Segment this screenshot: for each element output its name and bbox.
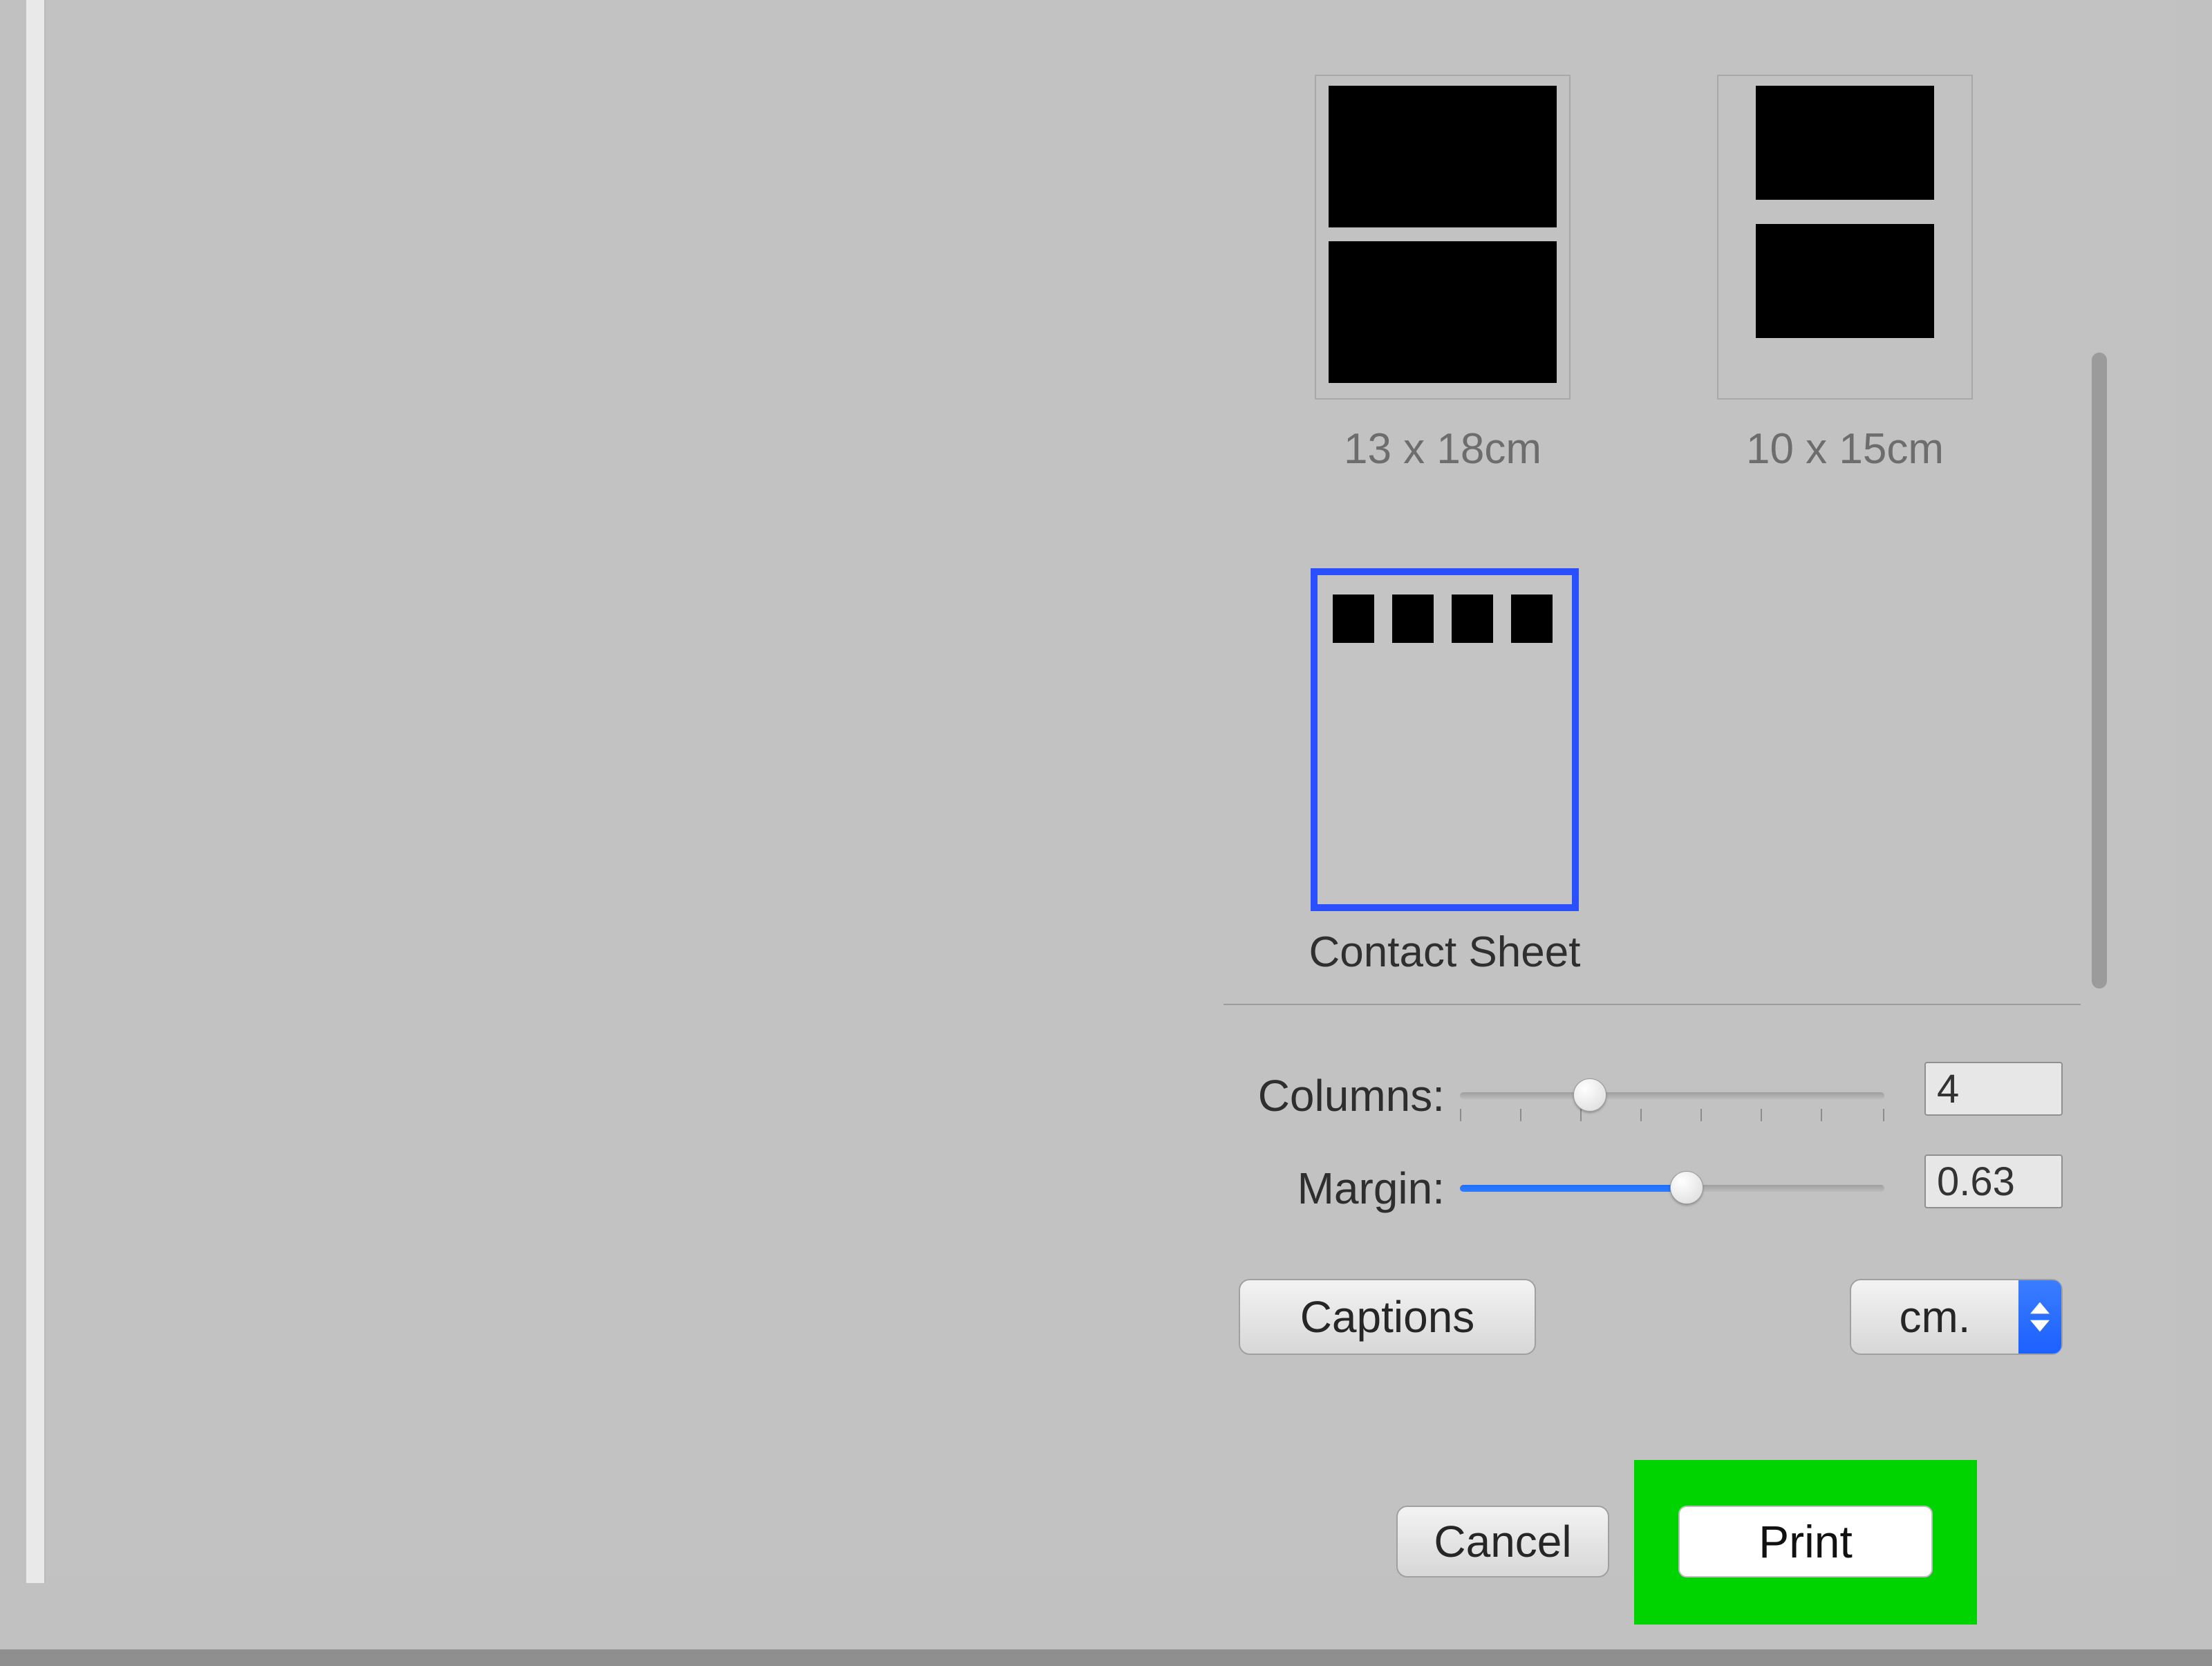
scrollbar-layout-options[interactable] [2092,353,2107,989]
layout-option-contact-sheet[interactable] [1311,568,1579,911]
stepper-arrows-icon [2018,1280,2061,1354]
margin-slider-fill [1460,1185,1681,1192]
columns-slider-thumb[interactable] [1573,1078,1606,1112]
layout-option-13x18[interactable] [1315,75,1571,400]
layout-preview-rect [1392,595,1434,643]
layout-preview-rect [1511,595,1553,643]
layout-preview-rect [1329,86,1557,227]
layout-preview-rect [1756,224,1934,338]
unit-popup-value: cm. [1899,1292,1970,1342]
layout-option-label: Contact Sheet [1279,928,1611,977]
margin-slider-thumb[interactable] [1670,1171,1703,1204]
dialog-left-edge [26,0,46,1583]
layout-preview-rect [1756,86,1934,200]
layout-option-label: 13 x 18cm [1315,424,1571,474]
cancel-button[interactable]: Cancel [1396,1506,1609,1578]
unit-popup[interactable]: cm. [1850,1279,2063,1355]
window-lower-edge [0,1649,2212,1666]
layout-preview-rect [1333,595,1374,643]
columns-slider-track[interactable] [1460,1092,1884,1099]
print-button[interactable]: Print [1678,1506,1933,1578]
layout-option-10x15[interactable] [1717,75,1973,400]
columns-label: Columns: [1224,1070,1445,1121]
layout-option-label: 10 x 15cm [1717,424,1973,474]
margin-label: Margin: [1224,1163,1445,1214]
columns-slider-ticks [1460,1109,1884,1121]
columns-value-field[interactable]: 4 [1924,1062,2063,1116]
layout-preview-rect [1452,595,1493,643]
separator [1224,1004,2081,1005]
margin-value-field[interactable]: 0.63 [1924,1154,2063,1208]
captions-button[interactable]: Captions [1239,1279,1536,1355]
layout-preview-rect [1329,241,1557,383]
